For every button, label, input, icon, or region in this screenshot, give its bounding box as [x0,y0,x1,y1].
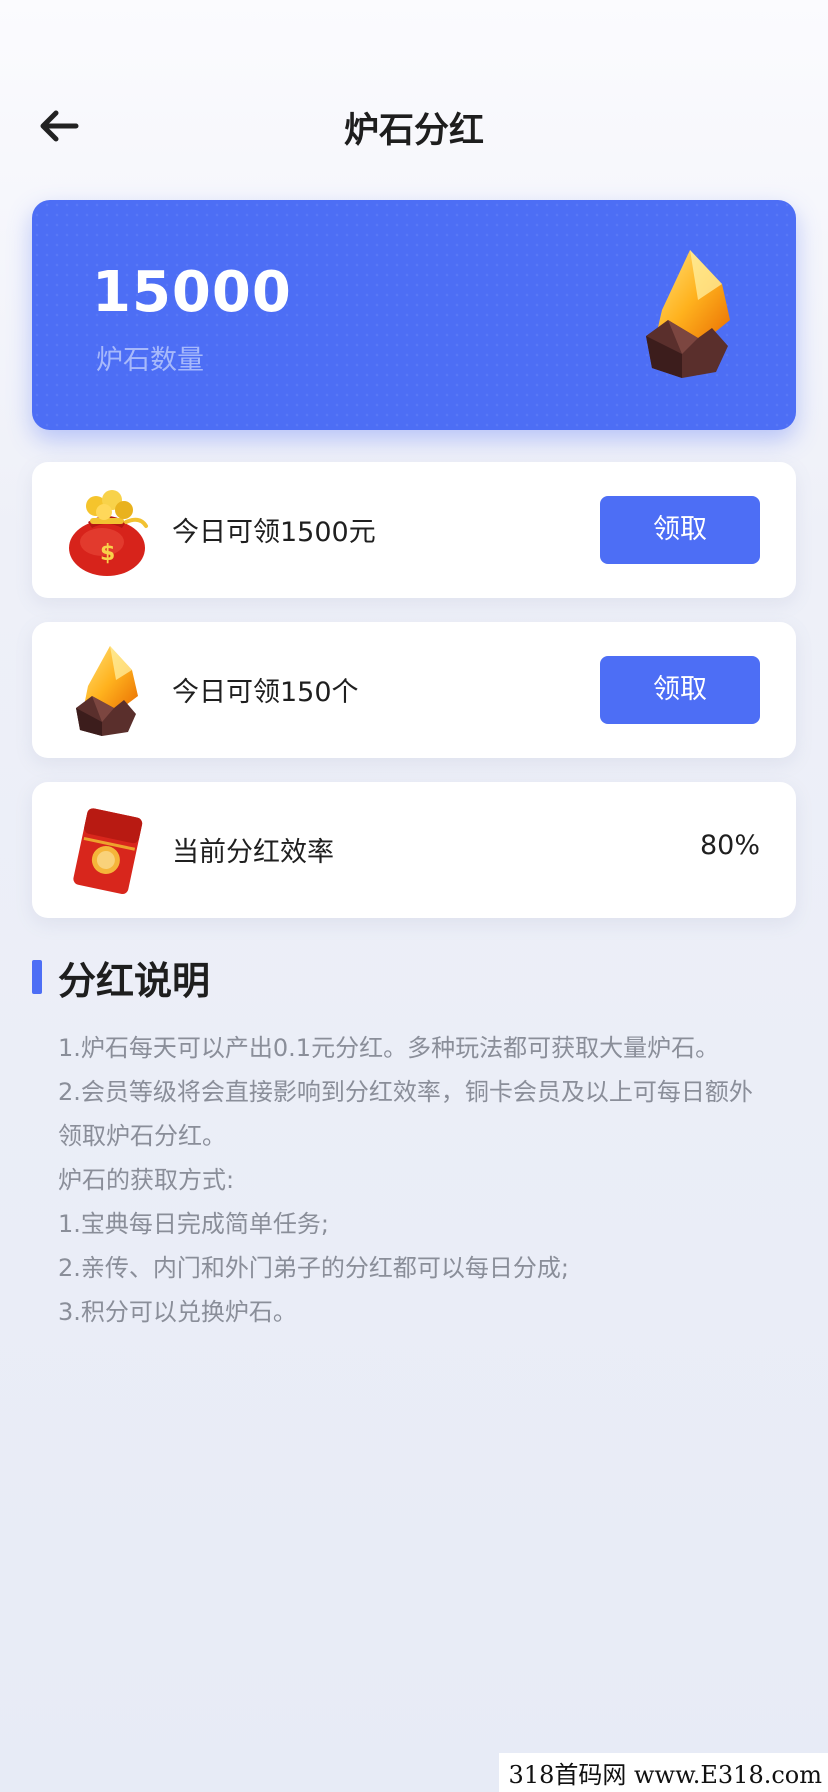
money-bag-icon: $ [69,490,148,576]
description-line: 领取炉石分红。 [58,1122,226,1150]
section-title: 分红说明 [58,959,211,1003]
description-line: 3.积分可以兑换炉石。 [58,1298,297,1326]
stone-count-label: 炉石数量 [96,345,204,376]
claim-cash-label: 今日可领1500元 [172,517,376,548]
stone-count-value: 15000 [92,260,292,325]
section-accent-bar [32,960,42,994]
crystal-icon [646,250,730,378]
nav-bar: 炉石分红 [0,90,828,160]
description-line: 2.亲传、内门和外门弟子的分红都可以每日分成; [58,1254,569,1282]
list-item: $ 今日可领1500元 领取 [32,462,796,598]
description-text: 1.炉石每天可以产出0.1元分红。多种玩法都可获取大量炉石。 2.会员等级将会直… [58,1026,818,1334]
list-item: 当前分红效率 80% [32,782,796,918]
list-item: 今日可领150个 领取 [32,622,796,758]
svg-text:$: $ [100,541,115,566]
description-line: 1.炉石每天可以产出0.1元分红。多种玩法都可获取大量炉石。 [58,1034,720,1062]
description-line: 1.宝典每日完成简单任务; [58,1210,329,1238]
watermark: 318首码网 www.E318.com [498,1753,828,1792]
dividend-efficiency-value: 80% [699,830,760,861]
crystal-icon [76,646,138,736]
page-title: 炉石分红 [343,111,484,151]
claim-stone-label: 今日可领150个 [172,677,359,708]
stone-count-card: 15000 炉石数量 [32,200,796,430]
dividend-efficiency-label: 当前分红效率 [172,837,334,868]
description-line: 炉石的获取方式: [58,1166,235,1194]
claim-cash-button[interactable]: 领取 [600,496,760,564]
red-envelope-icon [73,808,143,895]
claim-stone-button[interactable]: 领取 [600,656,760,724]
description-line: 2.会员等级将会直接影响到分红效率，铜卡会员及以上可每日额外 [58,1078,753,1106]
